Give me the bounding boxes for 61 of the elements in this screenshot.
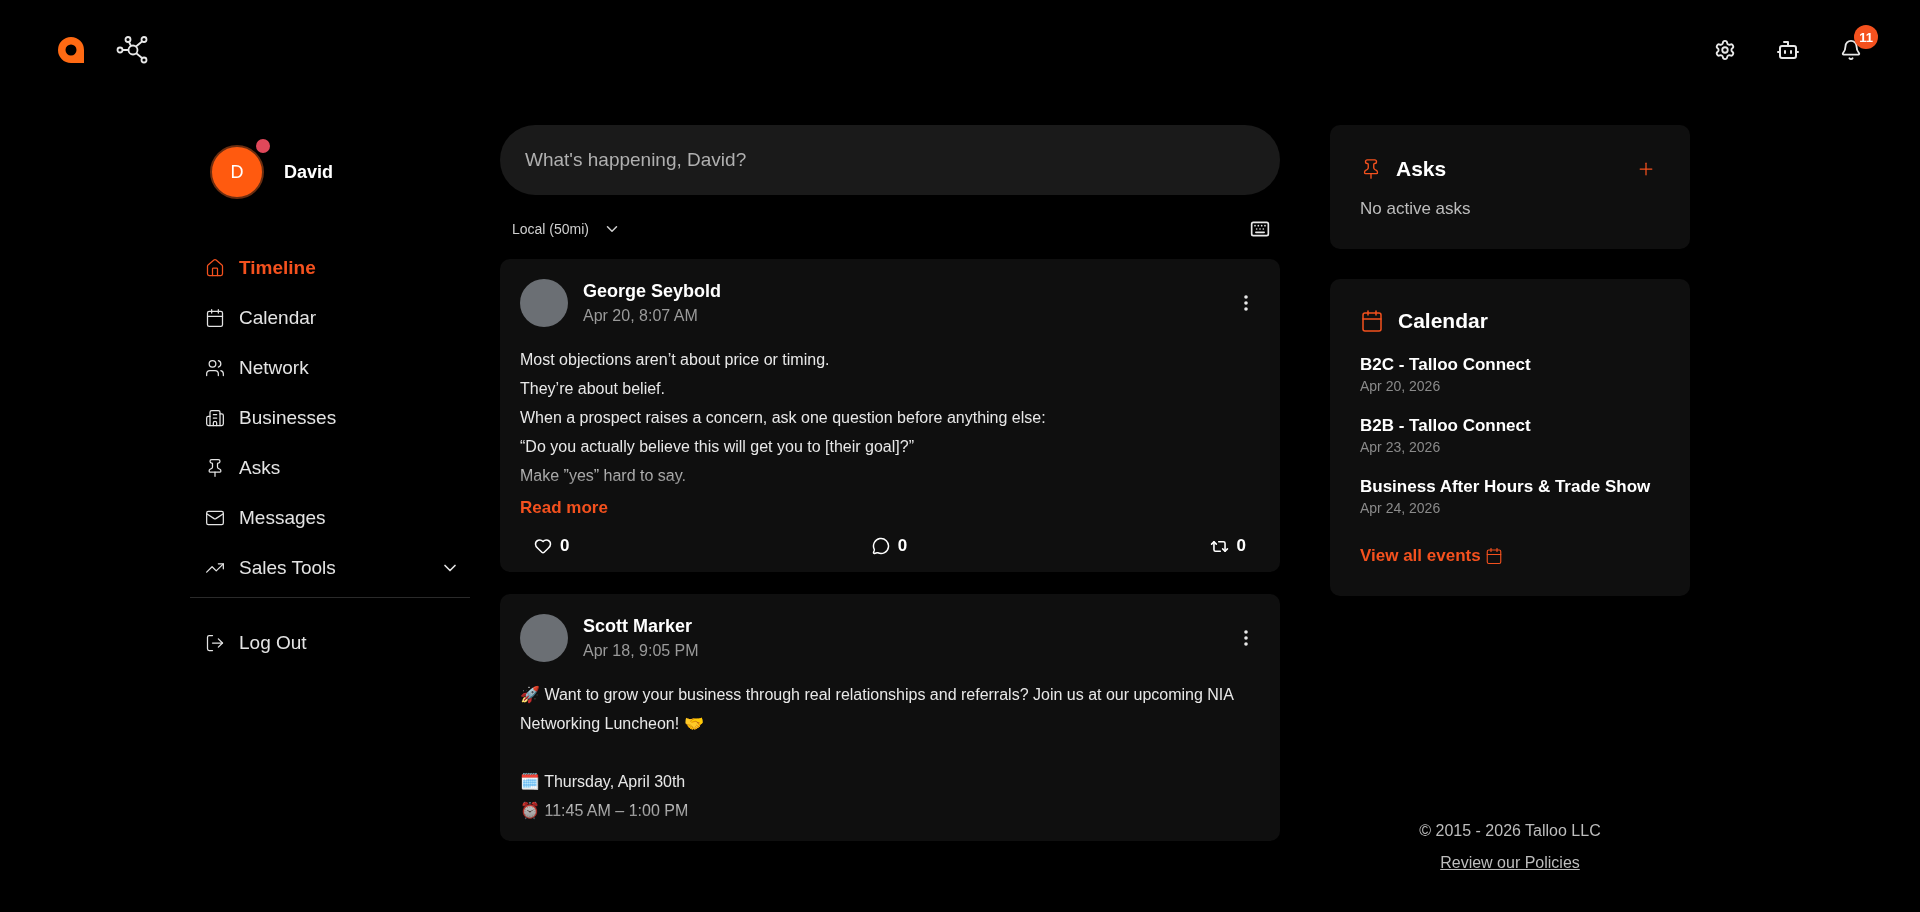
copyright-text: © 2015 - 2026 Talloo LLC — [1419, 822, 1601, 840]
keyboard-icon[interactable] — [1250, 219, 1270, 239]
nav-item[interactable]: Asks — [190, 443, 470, 493]
comment-button[interactable]: 0 — [871, 536, 908, 556]
event-name[interactable]: Business After Hours & Trade Show — [1360, 477, 1660, 497]
notification-count: 11 — [1854, 25, 1878, 49]
logo-icon[interactable] — [56, 35, 86, 65]
post-input-field[interactable]: What's happening, David? — [500, 125, 1280, 195]
logout-link[interactable]: Log Out — [190, 618, 470, 668]
event-date: Apr 20, 2026 — [1360, 378, 1442, 394]
post-author: Scott Marker — [583, 616, 694, 637]
user-name: David — [284, 161, 334, 183]
nav-item[interactable]: Sales Tools — [190, 543, 470, 593]
post-text: Most objections aren’t about price or timing. — [520, 350, 831, 370]
calendar-icon — [205, 308, 225, 328]
post-text: When a prospect raises a concern, ask one question before anything else: — [520, 408, 1047, 428]
settings-icon[interactable] — [1714, 39, 1736, 61]
avatar-photo-placeholder — [520, 614, 568, 662]
mail-icon — [205, 508, 225, 528]
comment-icon — [871, 537, 890, 555]
nav-item[interactable]: Calendar — [190, 293, 470, 343]
post-text: They’re about belief. — [520, 379, 666, 399]
notifications-icon[interactable] — [1840, 39, 1862, 61]
view-all-events-link[interactable]: View all events — [1360, 546, 1503, 566]
event-name[interactable]: B2B - Talloo Connect — [1360, 416, 1660, 436]
robot-icon[interactable] — [1776, 38, 1800, 62]
distance-filter-dropdown[interactable]: Local (50mi) — [512, 220, 622, 238]
post-time: Apr 20, 8:07 AM — [583, 307, 699, 325]
nav-item[interactable]: Businesses — [190, 393, 470, 443]
post-text: “Do you actually believe this will get you to [their goal]?” — [520, 437, 915, 457]
building-icon — [205, 408, 225, 428]
event-date: Apr 24, 2026 — [1360, 500, 1442, 516]
policies-link[interactable]: Review our Policies — [1440, 854, 1580, 872]
post-time: Apr 18, 9:05 PM — [583, 642, 699, 660]
post-text: Make ”yes” hard to say. — [520, 466, 687, 486]
more-options-icon[interactable] — [1244, 630, 1248, 646]
post-author: George Seybold — [583, 281, 722, 302]
network-icon[interactable] — [116, 36, 148, 64]
nav-item[interactable]: Network — [190, 343, 470, 393]
nav-item[interactable]: Messages — [190, 493, 470, 543]
panel-title: Asks — [1396, 157, 1447, 181]
empty-asks-text: No active asks — [1360, 199, 1472, 219]
like-button[interactable]: 0 — [534, 536, 570, 556]
repost-button[interactable]: 0 — [1209, 536, 1246, 556]
avatar-photo-placeholder — [520, 279, 568, 327]
calendar-icon — [1484, 547, 1503, 565]
more-options-icon[interactable] — [1244, 295, 1248, 311]
heart-icon — [534, 537, 552, 555]
read-more-link[interactable]: Read more — [520, 498, 608, 518]
post-text: 🚀 Want to grow your business through real relationships and referrals? Join us at our upcoming NIA Networking Luncheon! 🤝 — [520, 685, 1235, 734]
home-icon — [205, 258, 225, 278]
people-icon — [205, 358, 225, 378]
event-name[interactable]: B2C - Talloo Connect — [1360, 355, 1660, 375]
post-text: 🗓 Thursday, April 30th — [520, 772, 687, 792]
status-dot — [256, 139, 270, 153]
calendar-icon — [1360, 309, 1384, 333]
nav-item[interactable]: Timeline — [190, 243, 470, 293]
panel-title: Calendar — [1398, 309, 1488, 333]
logout-icon — [205, 633, 225, 653]
post-text: ⏰ 11:45 AM – 1:00 PM — [520, 801, 690, 821]
event-date: Apr 23, 2026 — [1360, 439, 1442, 455]
